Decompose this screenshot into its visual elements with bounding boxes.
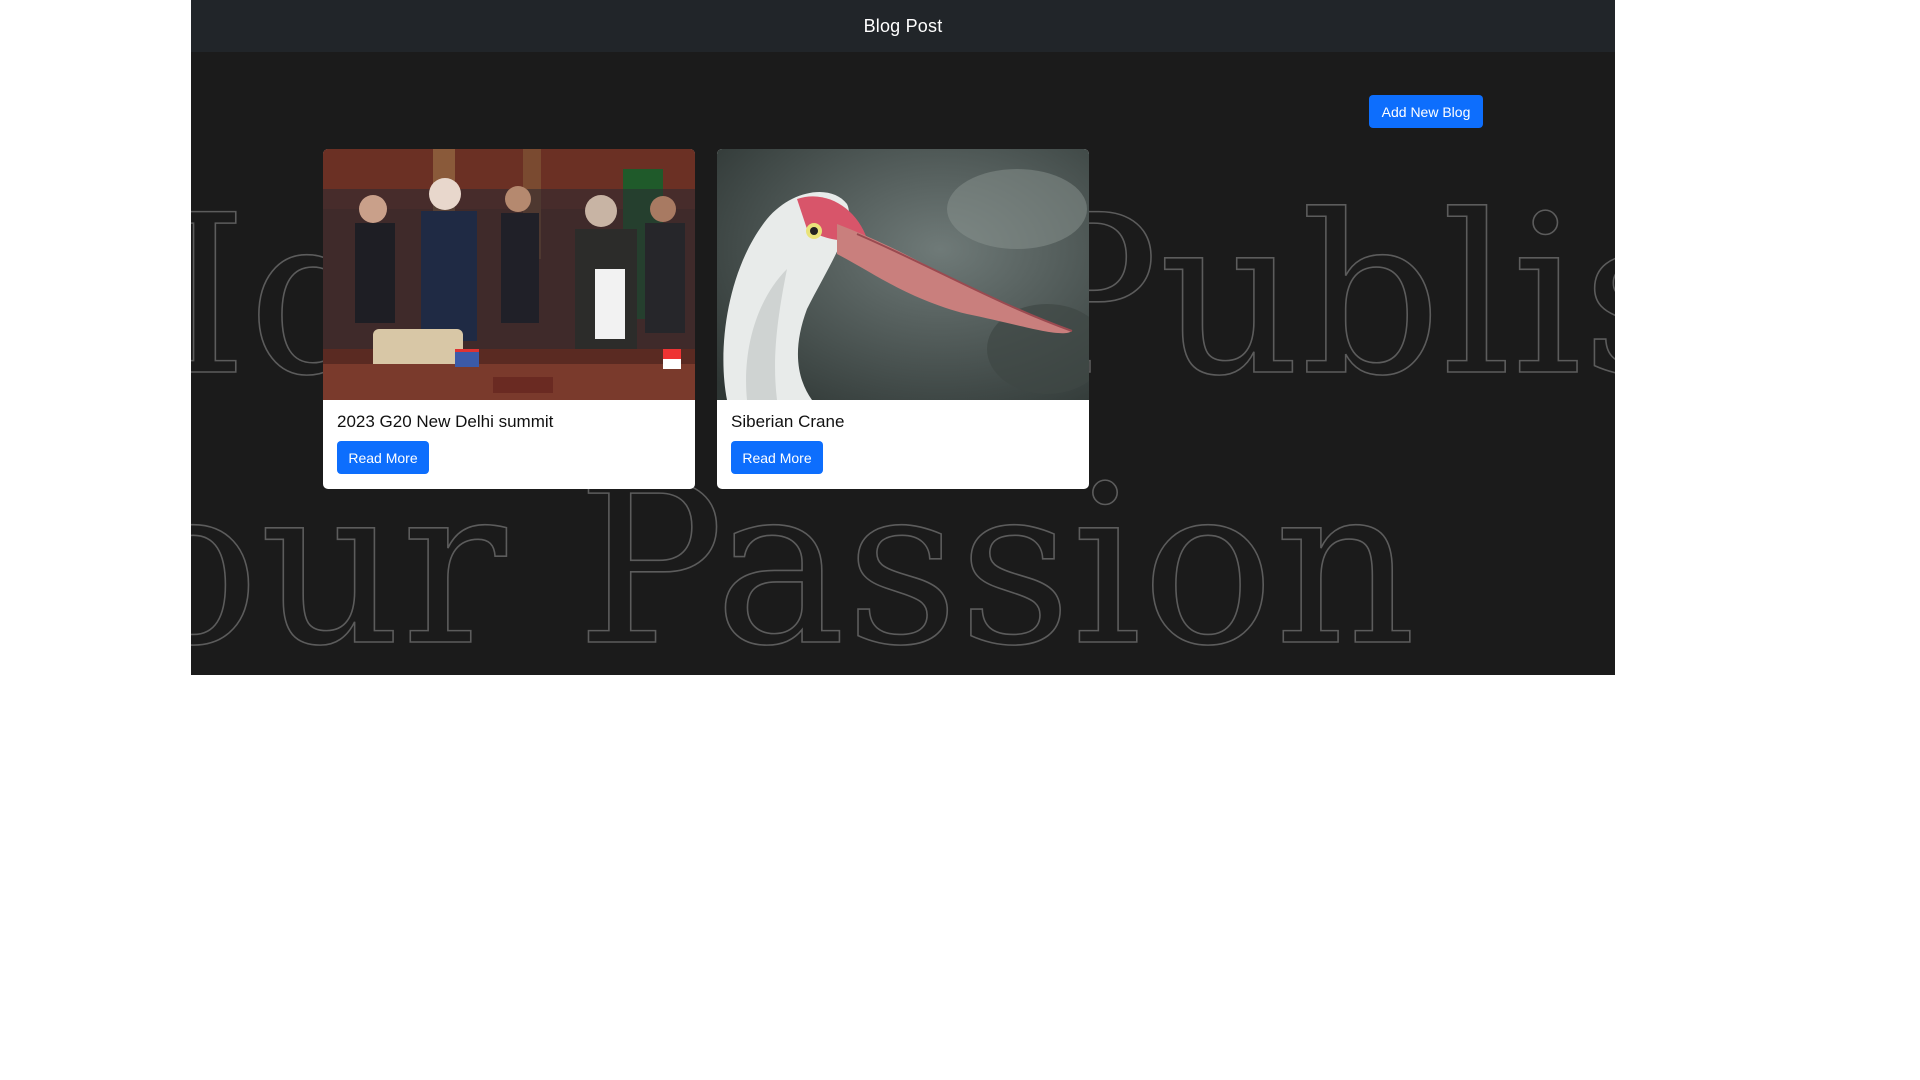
- read-more-button[interactable]: Read More: [731, 441, 823, 474]
- blog-card: 2023 G20 New Delhi summit Read More: [323, 149, 695, 489]
- read-more-button[interactable]: Read More: [337, 441, 429, 474]
- card-image-summit: [323, 149, 695, 400]
- navbar: Blog Post: [191, 0, 1615, 52]
- app-container: Idea to Publish Your Passion Blog Post A…: [191, 0, 1615, 675]
- card-image-crane: [717, 149, 1089, 400]
- card-title: Siberian Crane: [731, 412, 845, 431]
- navbar-brand[interactable]: Blog Post: [864, 16, 943, 37]
- blog-card: Siberian Crane Read More: [717, 149, 1089, 489]
- add-new-blog-button[interactable]: Add New Blog: [1369, 95, 1483, 128]
- card-title: 2023 G20 New Delhi summit: [337, 412, 554, 431]
